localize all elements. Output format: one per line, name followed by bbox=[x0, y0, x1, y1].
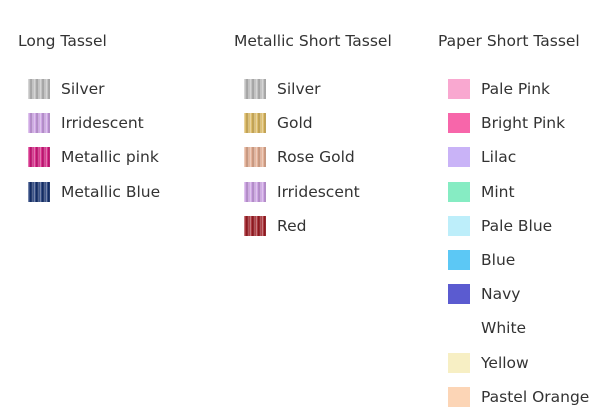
swatch-option-metallic-blue[interactable]: Metallic Blue bbox=[18, 175, 160, 209]
swatch-label: Pale Pink bbox=[481, 80, 551, 99]
swatch-option-metallic-pink[interactable]: Metallic pink bbox=[18, 140, 160, 174]
column-title: Long Tassel bbox=[18, 32, 107, 50]
swatch-option-pale-pink[interactable]: Pale Pink bbox=[438, 72, 589, 106]
color-swatch bbox=[448, 147, 470, 168]
color-swatch bbox=[448, 352, 470, 373]
swatch-label: White bbox=[481, 319, 527, 338]
swatch-label: Navy bbox=[481, 285, 521, 304]
swatch-label: Gold bbox=[277, 114, 313, 133]
swatch-option-rose-gold[interactable]: Rose Gold bbox=[234, 140, 392, 174]
color-swatch bbox=[448, 318, 470, 339]
swatch-option-silver[interactable]: Silver bbox=[234, 72, 392, 106]
color-swatch bbox=[244, 215, 266, 236]
swatch-option-white[interactable]: White bbox=[438, 311, 589, 345]
swatch-option-gold[interactable]: Gold bbox=[234, 106, 392, 140]
swatch-label: Yellow bbox=[481, 353, 529, 372]
swatch-label: Metallic Blue bbox=[61, 182, 161, 201]
swatch-option-bright-pink[interactable]: Bright Pink bbox=[438, 106, 589, 140]
color-swatch bbox=[448, 250, 470, 271]
swatch-label: Lilac bbox=[481, 148, 517, 167]
column-paper-short-tassel: Paper Short Tassel Pale Pink Bright Pink… bbox=[438, 31, 589, 414]
swatch-label: Metallic pink bbox=[61, 148, 159, 167]
color-swatch bbox=[244, 79, 266, 100]
color-swatch bbox=[448, 113, 470, 134]
column-title: Paper Short Tassel bbox=[438, 32, 580, 50]
color-swatch bbox=[28, 79, 50, 100]
color-swatch bbox=[244, 147, 266, 168]
swatch-label: Pale Blue bbox=[481, 216, 553, 235]
color-swatch bbox=[244, 181, 266, 202]
color-swatch bbox=[28, 181, 50, 202]
swatch-label: Mint bbox=[481, 182, 515, 201]
swatch-option-pastel-orange[interactable]: Pastel Orange bbox=[438, 380, 589, 414]
color-swatch bbox=[28, 147, 50, 168]
swatch-option-silver[interactable]: Silver bbox=[18, 72, 160, 106]
swatch-option-red[interactable]: Red bbox=[234, 209, 392, 243]
color-swatch bbox=[448, 79, 470, 100]
column-metallic-short-tassel: Metallic Short Tassel Silver Gold Rose G… bbox=[234, 31, 392, 243]
color-swatch bbox=[244, 113, 266, 134]
swatch-label: Pastel Orange bbox=[481, 387, 590, 406]
color-swatch bbox=[28, 113, 50, 134]
swatch-label: Blue bbox=[481, 251, 516, 270]
color-swatch bbox=[448, 386, 470, 407]
swatch-option-navy[interactable]: Navy bbox=[438, 277, 589, 311]
swatch-option-irridescent[interactable]: Irridescent bbox=[234, 175, 392, 209]
swatch-label: Red bbox=[277, 216, 307, 235]
swatch-label: Silver bbox=[277, 80, 321, 99]
swatch-option-yellow[interactable]: Yellow bbox=[438, 346, 589, 380]
swatch-option-pale-blue[interactable]: Pale Blue bbox=[438, 209, 589, 243]
color-swatch bbox=[448, 284, 470, 305]
color-swatch bbox=[448, 181, 470, 202]
swatch-option-irridescent[interactable]: Irridescent bbox=[18, 106, 160, 140]
swatch-option-lilac[interactable]: Lilac bbox=[438, 140, 589, 174]
swatch-list: Silver Irridescent Metallic pink Metalli… bbox=[18, 72, 160, 209]
color-swatch bbox=[448, 215, 470, 236]
swatch-option-mint[interactable]: Mint bbox=[438, 175, 589, 209]
swatch-list: Pale Pink Bright Pink Lilac Mint Pale Bl… bbox=[438, 72, 589, 414]
swatch-label: Rose Gold bbox=[277, 148, 355, 167]
swatch-option-blue[interactable]: Blue bbox=[438, 243, 589, 277]
swatch-list: Silver Gold Rose Gold Irridescent Red bbox=[234, 72, 392, 243]
swatch-label: Irridescent bbox=[277, 182, 360, 201]
swatch-label: Bright Pink bbox=[481, 114, 566, 133]
swatch-label: Silver bbox=[61, 80, 105, 99]
column-long-tassel: Long Tassel Silver Irridescent Metallic … bbox=[18, 31, 160, 209]
swatch-label: Irridescent bbox=[61, 114, 144, 133]
column-title: Metallic Short Tassel bbox=[234, 32, 392, 50]
